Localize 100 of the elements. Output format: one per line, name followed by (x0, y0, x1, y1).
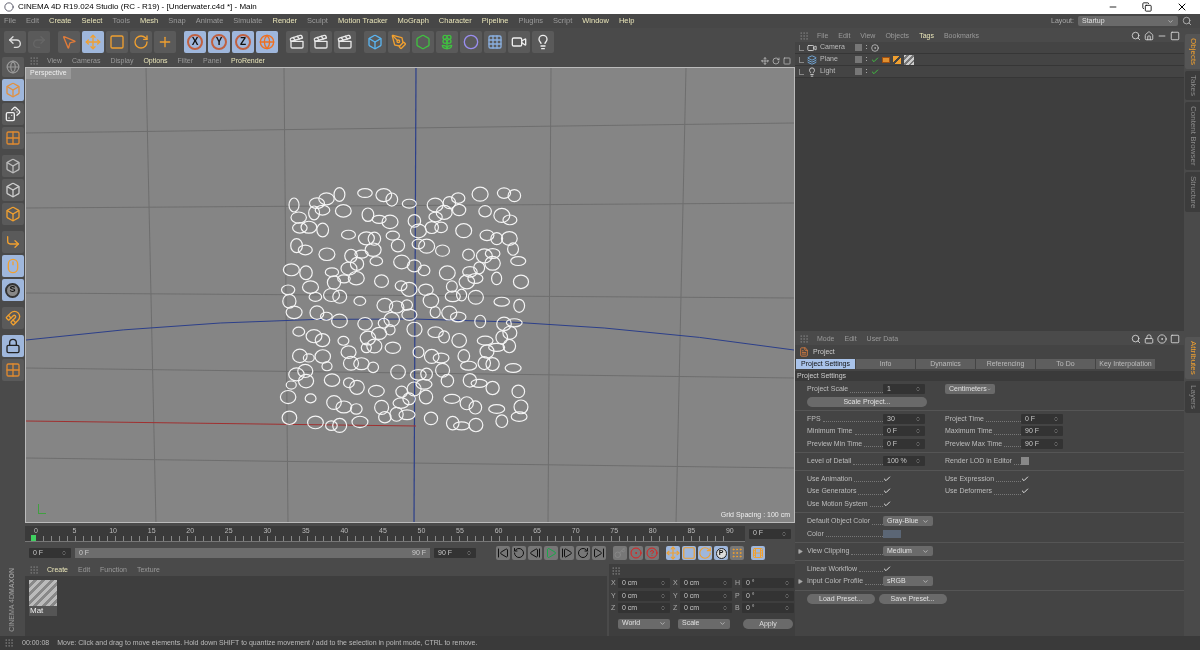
restore-button[interactable] (1142, 2, 1152, 12)
side-tab[interactable]: Layers (1185, 380, 1200, 413)
playback-button[interactable] (592, 546, 606, 560)
clapperboard-icon (313, 33, 329, 50)
tool-button[interactable]: S (1, 279, 24, 301)
playback-button[interactable] (496, 546, 510, 560)
axis-lock-button[interactable]: Y (208, 30, 230, 53)
toolbar-button[interactable] (508, 30, 530, 53)
tool-button[interactable] (1, 179, 24, 201)
loop-back-icon (513, 547, 525, 559)
square-icon[interactable] (1170, 334, 1180, 344)
target-icon[interactable] (871, 43, 879, 52)
caret-icon (659, 620, 666, 627)
toolbar-button[interactable] (334, 30, 356, 53)
toolbar-button[interactable] (286, 30, 308, 53)
toolbar-button[interactable] (460, 30, 482, 53)
check-icon[interactable] (871, 55, 879, 64)
toolbar-button[interactable] (130, 30, 152, 53)
tool-button[interactable] (1, 335, 24, 357)
toolbar-button[interactable] (484, 30, 506, 53)
clapperboard-icon (289, 33, 305, 50)
material-tag-icon[interactable] (904, 54, 914, 65)
playback-button[interactable] (730, 546, 744, 560)
grid-icon (4, 130, 21, 146)
checkbox[interactable] (1021, 457, 1029, 466)
grip-icon (799, 31, 809, 41)
spinner-icon (784, 592, 790, 599)
toolbar-button[interactable] (412, 30, 434, 53)
toolbar-button[interactable] (436, 30, 458, 53)
grip-icon (4, 638, 14, 648)
playback-button[interactable] (560, 546, 574, 560)
playhead[interactable] (31, 534, 36, 541)
axis-lock-button[interactable]: Z (232, 30, 254, 53)
playback-button[interactable] (528, 546, 542, 560)
viewport-toggle-button[interactable] (1, 57, 24, 77)
checkbox[interactable] (883, 487, 891, 496)
orbit-icon[interactable] (772, 57, 780, 65)
side-tab[interactable]: Content Browser (1185, 102, 1200, 170)
grip-icon (799, 334, 809, 344)
side-tab[interactable]: Objects (1185, 34, 1200, 70)
pen-icon (391, 33, 407, 50)
side-tab[interactable]: Attributes (1185, 337, 1200, 379)
side-tab[interactable]: Structure (1185, 171, 1200, 213)
box-tag-icon[interactable] (882, 56, 890, 63)
tool-button[interactable] (1, 155, 24, 177)
grid-icon (4, 362, 21, 378)
toolbar-button[interactable] (388, 30, 410, 53)
toolbar-button[interactable] (154, 30, 176, 53)
color-swatch[interactable] (883, 529, 901, 538)
axis-lock-button[interactable]: X (184, 30, 206, 53)
tool-button[interactable] (1, 103, 24, 125)
toolbar-button[interactable] (364, 30, 386, 53)
tool-button[interactable] (1, 307, 24, 329)
spinner-icon (660, 580, 666, 587)
toolbar-button[interactable] (4, 30, 26, 53)
spinner-icon (915, 428, 921, 435)
checkbox[interactable] (1021, 474, 1029, 483)
checkbox[interactable] (1021, 487, 1029, 496)
checkbox[interactable] (883, 499, 891, 508)
square-icon[interactable] (1170, 31, 1180, 41)
lock-icon[interactable] (1144, 334, 1154, 344)
app-logo-icon (4, 2, 14, 12)
collapsed-arrow-icon[interactable] (798, 578, 803, 584)
toolbar-button[interactable] (82, 30, 104, 53)
tool-button[interactable] (1, 79, 24, 101)
caret-icon (922, 547, 929, 555)
spinner-icon (784, 605, 790, 612)
spinner-icon (781, 530, 787, 537)
spinner-icon (466, 550, 472, 556)
maximize-view-icon[interactable] (783, 57, 791, 65)
target-icon[interactable] (1157, 334, 1167, 344)
playback-button[interactable] (512, 546, 526, 560)
material-swatch[interactable]: Mat (29, 580, 57, 616)
check-icon[interactable] (871, 67, 879, 76)
toolbar-button[interactable] (532, 30, 554, 53)
squares-tag-icon[interactable] (893, 55, 901, 64)
search-icon[interactable] (1131, 334, 1141, 344)
pan-icon[interactable] (761, 57, 769, 65)
checkbox[interactable] (883, 564, 891, 573)
spinner-icon (784, 580, 790, 587)
home-icon[interactable] (1144, 31, 1154, 41)
cube-icon (4, 206, 21, 222)
checkbox[interactable] (883, 474, 891, 483)
side-tab[interactable]: Takes (1185, 71, 1200, 101)
search-icon[interactable] (1182, 16, 1192, 26)
spinner-icon (660, 605, 666, 612)
caret-icon (922, 577, 929, 585)
close-button[interactable] (1176, 1, 1188, 13)
toolbar-button[interactable] (256, 30, 278, 53)
collapsed-arrow-icon[interactable] (798, 548, 803, 554)
tool-button[interactable] (1, 203, 24, 225)
magnet-icon (4, 310, 21, 326)
tool-button[interactable] (1, 231, 24, 253)
search-icon[interactable] (1131, 31, 1141, 41)
playback-button[interactable] (576, 546, 590, 560)
toolbar-button[interactable] (310, 30, 332, 53)
step-forward-icon (561, 547, 573, 559)
check-icon (883, 564, 891, 573)
toolbar-button[interactable] (106, 30, 128, 53)
tool-button[interactable] (1, 255, 24, 277)
